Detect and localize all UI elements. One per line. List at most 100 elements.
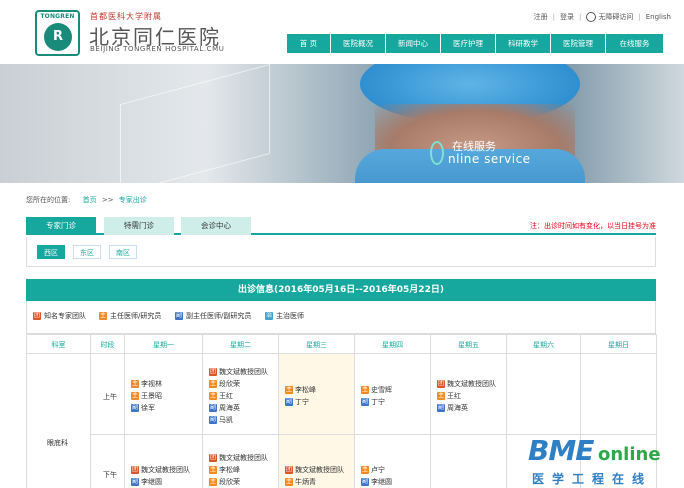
legend-chief: 主主任医师/研究员 xyxy=(99,312,162,320)
hospital-logo[interactable]: TONGREN R xyxy=(35,10,80,56)
vice-icon: 副 xyxy=(361,398,369,406)
banner: 在线服务 nline service xyxy=(0,64,684,183)
doctor-entry[interactable]: 副李继圆 xyxy=(131,477,162,487)
accessibility-icon xyxy=(586,12,597,22)
doctor-entry[interactable]: 副李继圆 xyxy=(361,477,392,487)
doctor-name: 王景昭 xyxy=(141,392,162,400)
doctor-entry[interactable]: 主卢宁 xyxy=(361,465,385,475)
banner-decoration xyxy=(120,64,270,183)
district-south[interactable]: 南区 xyxy=(109,245,137,259)
col-divider xyxy=(430,354,431,488)
doctor-entry[interactable]: 副马凯 xyxy=(209,415,233,425)
doctor-entry[interactable]: 团魏文斌教授团队 xyxy=(209,367,268,377)
chief-icon: 主 xyxy=(437,392,445,400)
doctor-name: 王红 xyxy=(219,392,233,400)
district-west[interactable]: 西区 xyxy=(37,245,65,259)
th-period: 时段 xyxy=(91,334,125,354)
department-name: 眼底科 xyxy=(47,439,68,447)
vice-icon: 副 xyxy=(131,404,139,412)
nav-online-service[interactable]: 在线服务 xyxy=(606,34,663,53)
tab-consultation-center[interactable]: 会诊中心 xyxy=(181,217,251,235)
doctor-entry[interactable]: 团魏文斌教授团队 xyxy=(437,379,496,389)
chief-icon: 主 xyxy=(131,380,139,388)
doctor-name: 李视林 xyxy=(141,380,162,388)
doctor-name: 魏文斌教授团队 xyxy=(447,380,496,388)
doctor-name: 王红 xyxy=(447,392,461,400)
doctor-entry[interactable]: 团魏文斌教授团队 xyxy=(209,453,268,463)
th-mon: 星期一 xyxy=(125,334,203,354)
nav-research[interactable]: 科研教学 xyxy=(496,34,551,53)
doctor-entry[interactable]: 副周海英 xyxy=(209,403,240,413)
doctor-legend: 团知名专家团队 主主任医师/研究员 副副主任医师/副研究员 治主治医师 xyxy=(26,301,656,334)
nav-home[interactable]: 首 页 xyxy=(287,34,331,53)
th-department: 科室 xyxy=(27,334,91,354)
doctor-entry[interactable]: 主史雪辉 xyxy=(361,385,392,395)
th-wed: 星期三 xyxy=(279,334,355,354)
chief-icon: 主 xyxy=(285,478,293,486)
chief-icon: 主 xyxy=(131,392,139,400)
col-divider xyxy=(278,354,279,488)
district-east[interactable]: 东区 xyxy=(73,245,101,259)
doctor-entry[interactable]: 主牛炳青 xyxy=(285,477,316,487)
schedule-title: 出诊信息(2016年05月16日--2016年05月22日) xyxy=(26,279,656,301)
th-sun: 星期日 xyxy=(581,334,657,354)
team-icon: 团 xyxy=(209,454,217,462)
vice-icon: 副 xyxy=(361,478,369,486)
bme-online-watermark: BME online 医学工程在线 xyxy=(528,434,684,488)
doctor-entry[interactable]: 主李视林 xyxy=(131,379,162,389)
doctor-entry[interactable]: 主王景昭 xyxy=(131,391,162,401)
breadcrumb: 您所在的位置: 首页 >> 专家出诊 xyxy=(26,195,147,205)
breadcrumb-current[interactable]: 专家出诊 xyxy=(119,196,147,204)
chief-icon: 主 xyxy=(361,386,369,394)
doctor-entry[interactable]: 主王红 xyxy=(209,391,233,401)
doctor-entry[interactable]: 副周海英 xyxy=(437,403,468,413)
doctor-entry[interactable]: 副丁宁 xyxy=(361,397,385,407)
english-link[interactable]: English xyxy=(641,13,676,21)
vice-icon: 副 xyxy=(175,312,183,320)
th-thu: 星期四 xyxy=(355,334,431,354)
nav-news[interactable]: 新闻中心 xyxy=(386,34,441,53)
banner-o-icon xyxy=(430,141,444,165)
login-link[interactable]: 登录 xyxy=(555,12,579,22)
doctor-entry[interactable]: 主段欣荣 xyxy=(209,477,240,487)
site-header: TONGREN R 首都医科大学附属 北京同仁医院 BEIJING TONGRE… xyxy=(0,0,684,64)
doctor-name: 丁宁 xyxy=(295,398,309,406)
legend-team: 团知名专家团队 xyxy=(33,312,86,320)
chief-icon: 主 xyxy=(209,478,217,486)
accessibility-link[interactable]: 无障碍访问 xyxy=(581,12,638,22)
tab-expert-clinic[interactable]: 专家门诊 xyxy=(26,217,96,235)
doctor-entry[interactable]: 主李松峰 xyxy=(285,385,316,395)
doctor-entry[interactable]: 主王红 xyxy=(437,391,461,401)
register-link[interactable]: 注册 xyxy=(529,12,553,22)
doctor-name: 周海英 xyxy=(219,404,240,412)
nav-about[interactable]: 医院概况 xyxy=(331,34,386,53)
breadcrumb-home[interactable]: 首页 xyxy=(83,196,97,204)
doctor-name: 卢宁 xyxy=(371,466,385,474)
col-divider xyxy=(124,354,125,488)
nav-management[interactable]: 医院管理 xyxy=(551,34,606,53)
nav-medical[interactable]: 医疗护理 xyxy=(441,34,496,53)
doctor-name: 牛炳青 xyxy=(295,478,316,486)
clinic-tabs: 专家门诊 特需门诊 会诊中心 注：出诊时间如有变化，以当日挂号为准 xyxy=(26,217,656,235)
team-icon: 团 xyxy=(437,380,445,388)
col-divider xyxy=(90,354,91,488)
doctor-name: 李松峰 xyxy=(219,466,240,474)
doctor-name: 李松峰 xyxy=(295,386,316,394)
doctor-entry[interactable]: 副徐军 xyxy=(131,403,155,413)
doctor-entry[interactable]: 主段欣荣 xyxy=(209,379,240,389)
doctor-entry[interactable]: 副丁宁 xyxy=(285,397,309,407)
doctor-entry[interactable]: 主李松峰 xyxy=(209,465,240,475)
doctor-name: 魏文斌教授团队 xyxy=(219,454,268,462)
doctor-name: 史雪辉 xyxy=(371,386,392,394)
doctor-name: 魏文斌教授团队 xyxy=(295,466,344,474)
doctor-entry[interactable]: 团魏文斌教授团队 xyxy=(285,465,344,475)
col-divider xyxy=(506,354,507,488)
schedule-notice: 注：出诊时间如有变化，以当日挂号为准 xyxy=(530,222,656,230)
doctor-name: 周海英 xyxy=(447,404,468,412)
tab-special-clinic[interactable]: 特需门诊 xyxy=(104,217,174,235)
vice-icon: 副 xyxy=(209,416,217,424)
team-icon: 团 xyxy=(131,466,139,474)
doctor-name: 李继圆 xyxy=(371,478,392,486)
team-icon: 团 xyxy=(209,368,217,376)
doctor-entry[interactable]: 团魏文斌教授团队 xyxy=(131,465,190,475)
